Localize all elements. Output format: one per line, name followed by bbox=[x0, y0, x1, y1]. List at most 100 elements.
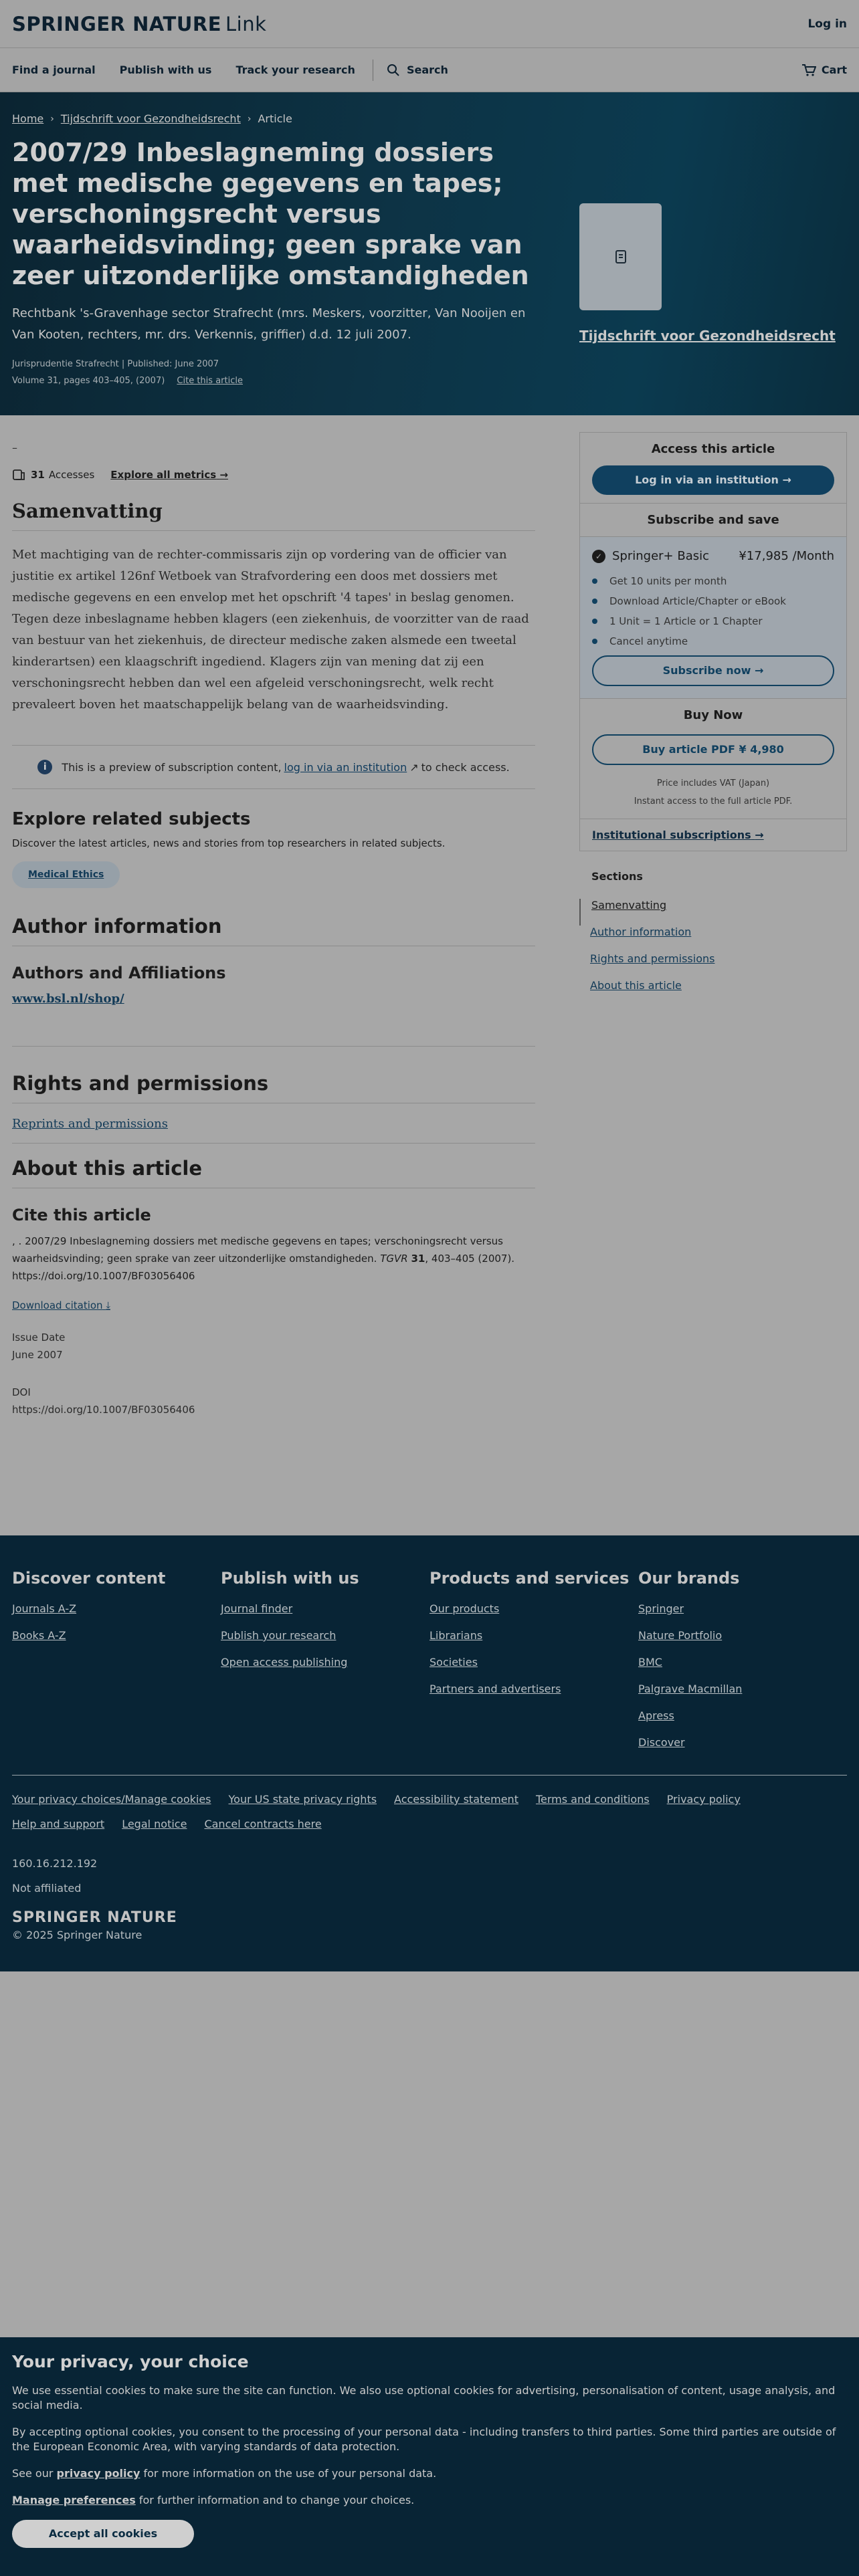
download-citation-link[interactable]: Download citation ⤓ bbox=[12, 1299, 535, 1311]
manage-preferences-link[interactable]: Manage preferences bbox=[12, 2494, 136, 2506]
chevron-right-icon: › bbox=[50, 113, 54, 124]
article-type: Jurisprudentie Strafrecht bbox=[12, 359, 119, 369]
breadcrumb: Home › Tijdschrift voor Gezondheidsrecht… bbox=[12, 112, 847, 125]
cookie-text-2: By accepting optional cookies, you conse… bbox=[12, 2426, 836, 2453]
chevron-right-icon: › bbox=[247, 113, 252, 124]
footer-link[interactable]: Open access publishing bbox=[221, 1656, 430, 1669]
section-link-samenvatting[interactable]: Samenvatting bbox=[579, 899, 847, 926]
external-link-icon: ↗ bbox=[409, 760, 419, 774]
cart-label: Cart bbox=[821, 64, 847, 76]
footer-link[interactable]: Societies bbox=[430, 1656, 638, 1669]
footer-link[interactable]: Books A-Z bbox=[12, 1629, 221, 1642]
springer-link-logo[interactable]: SPRINGER NATURE Link bbox=[12, 13, 266, 35]
preview-login-link[interactable]: log in via an institution bbox=[284, 761, 407, 774]
login-institution-button[interactable]: Log in via an institution → bbox=[592, 465, 834, 495]
section-divider bbox=[12, 788, 535, 789]
published-date: Published: June 2007 bbox=[127, 359, 219, 369]
related-subjects-desc: Discover the latest articles, news and s… bbox=[12, 837, 446, 849]
bullet-icon bbox=[592, 599, 597, 604]
article-volume-line: Volume 31, pages 403–405, (2007) Cite th… bbox=[12, 376, 847, 386]
footer-link[interactable]: BMC bbox=[638, 1656, 847, 1669]
subject-tag-medical-ethics[interactable]: Medical Ethics bbox=[12, 861, 120, 888]
section-link-about[interactable]: About this article bbox=[579, 979, 847, 1006]
plan-feature-text: 1 Unit = 1 Article or 1 Chapter bbox=[609, 615, 763, 627]
article-title: 2007/29 Inbeslagneming dossiers met medi… bbox=[12, 138, 529, 290]
footer-link[interactable]: Partners and advertisers bbox=[430, 1683, 638, 1695]
nav-find-journal[interactable]: Find a journal bbox=[12, 64, 96, 76]
arrow-right-icon: → bbox=[754, 664, 764, 677]
section-link-rights[interactable]: Rights and permissions bbox=[579, 952, 847, 979]
top-bar: SPRINGER NATURE Link Log in bbox=[0, 0, 859, 48]
article-meta: Jurisprudentie Strafrecht | Published: J… bbox=[12, 359, 847, 369]
cite-article-link[interactable]: Cite this article bbox=[177, 376, 243, 386]
cookie-text-4: Manage preferences for further informati… bbox=[12, 2493, 847, 2508]
bullet-icon bbox=[592, 639, 597, 644]
legal-link[interactable]: Legal notice bbox=[122, 1818, 187, 1830]
accept-cookies-button[interactable]: Accept all cookies bbox=[12, 2520, 194, 2548]
plan-feature: Get 10 units per month bbox=[592, 575, 834, 587]
footer-link[interactable]: Our products bbox=[430, 1602, 638, 1615]
journal-cover[interactable] bbox=[579, 203, 662, 310]
footer-link[interactable]: Nature Portfolio bbox=[638, 1629, 847, 1642]
info-icon: i bbox=[37, 760, 53, 774]
citation-text: , . 2007/29 Inbeslagneming dossiers met … bbox=[12, 1232, 535, 1285]
nav-publish[interactable]: Publish with us bbox=[120, 64, 212, 76]
legal-link[interactable]: Privacy policy bbox=[667, 1793, 741, 1806]
cart-button[interactable]: Cart bbox=[801, 64, 847, 77]
citation-volume: 31 bbox=[411, 1253, 425, 1265]
brand-main: SPRINGER NATURE bbox=[12, 12, 222, 35]
footer-legal-links: Your privacy choices/Manage cookies Your… bbox=[12, 1793, 847, 1842]
reprints-link[interactable]: Reprints and permissions bbox=[12, 1117, 535, 1131]
legal-link[interactable]: Help and support bbox=[12, 1818, 104, 1830]
accesses-count: 31 bbox=[31, 469, 45, 481]
download-icon: ⤓ bbox=[106, 1299, 110, 1311]
institutional-subscriptions-link[interactable]: Institutional subscriptions → bbox=[580, 819, 846, 851]
login-link[interactable]: Log in bbox=[807, 17, 847, 31]
arrow-right-icon: → bbox=[219, 469, 228, 481]
main-nav: Find a journal Publish with us Track you… bbox=[0, 48, 859, 92]
footer-link[interactable]: Journals A-Z bbox=[12, 1602, 221, 1615]
buy-pdf-button[interactable]: Buy article PDF ¥ 4,980 bbox=[592, 734, 834, 765]
footer-link[interactable]: Apress bbox=[638, 1709, 847, 1722]
footer-link[interactable]: Discover bbox=[638, 1736, 847, 1749]
footer-link[interactable]: Palgrave Macmillan bbox=[638, 1683, 847, 1695]
footer-link[interactable]: Springer bbox=[638, 1602, 847, 1615]
footer-link[interactable]: Publish your research bbox=[221, 1629, 430, 1642]
bullet-icon bbox=[592, 619, 597, 624]
section-divider bbox=[12, 1143, 535, 1144]
explore-metrics-link[interactable]: Explore all metrics → bbox=[110, 469, 228, 481]
breadcrumb-journal[interactable]: Tijdschrift voor Gezondheidsrecht bbox=[61, 112, 241, 125]
author-info-heading: Author information bbox=[12, 915, 222, 938]
bullet-icon bbox=[592, 578, 597, 584]
article-metrics: 31 Accesses Explore all metrics → bbox=[12, 469, 535, 481]
accesses-icon bbox=[13, 469, 25, 480]
cookie-text-1: We use essential cookies to make sure th… bbox=[12, 2384, 836, 2411]
affiliation-link[interactable]: www.bsl.nl/shop/ bbox=[12, 992, 535, 1006]
nav-track-research[interactable]: Track your research bbox=[235, 64, 355, 76]
instant-access-note: Instant access to the full article PDF. bbox=[634, 796, 793, 807]
doi-label: DOI bbox=[12, 1386, 31, 1398]
legal-link[interactable]: Your privacy choices/Manage cookies bbox=[12, 1793, 211, 1806]
legal-link[interactable]: Cancel contracts here bbox=[204, 1818, 321, 1830]
privacy-policy-link[interactable]: privacy policy bbox=[57, 2467, 140, 2480]
footer-link[interactable]: Librarians bbox=[430, 1629, 638, 1642]
subscribe-now-button[interactable]: Subscribe now → bbox=[592, 655, 834, 686]
breadcrumb-home[interactable]: Home bbox=[12, 112, 43, 125]
preview-text: This is a preview of subscription conten… bbox=[62, 760, 282, 774]
search-button[interactable]: Search bbox=[387, 64, 448, 77]
abstract-text: Met machtiging van de rechter-commissari… bbox=[12, 548, 529, 712]
footer-col-title: Our brands bbox=[638, 1569, 740, 1588]
legal-link[interactable]: Accessibility statement bbox=[394, 1793, 518, 1806]
legal-link[interactable]: Your US state privacy rights bbox=[229, 1793, 377, 1806]
login-institution-label: Log in via an institution bbox=[635, 473, 779, 486]
affiliation-status: Not affiliated bbox=[12, 1882, 82, 1895]
cart-icon bbox=[801, 64, 816, 76]
footer-col-publish: Publish with us Journal finder Publish y… bbox=[221, 1569, 430, 1763]
arrow-right-icon: → bbox=[755, 829, 764, 841]
journal-title-link[interactable]: Tijdschrift voor Gezondheidsrecht bbox=[579, 328, 836, 344]
legal-link[interactable]: Terms and conditions bbox=[536, 1793, 650, 1806]
volume-info: Volume 31, pages 403–405, (2007) bbox=[12, 376, 165, 386]
issue-date-label: Issue Date bbox=[12, 1331, 66, 1344]
footer-link[interactable]: Journal finder bbox=[221, 1602, 430, 1615]
section-link-author-info[interactable]: Author information bbox=[579, 926, 847, 952]
